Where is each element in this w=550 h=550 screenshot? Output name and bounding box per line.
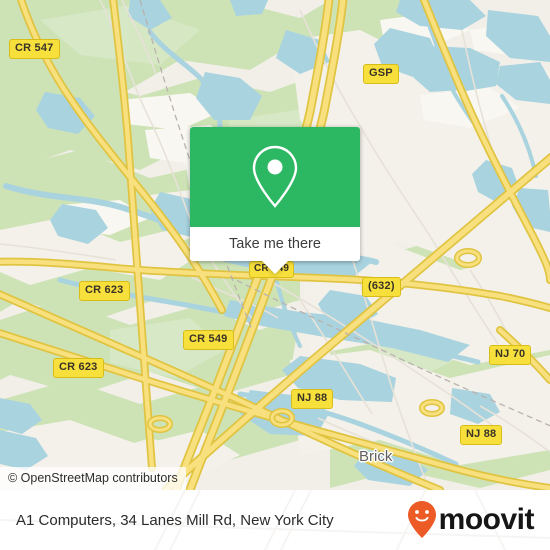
map-canvas[interactable]: CR 547 GSP CR 549 CR 623 (632) CR 549 CR…	[0, 0, 550, 490]
road-shield-nj88-west: NJ 88	[291, 389, 334, 409]
road-shield-nj88-east: NJ 88	[460, 425, 503, 445]
location-title: A1 Computers, 34 Lanes Mill Rd, New York…	[16, 511, 334, 529]
road-shield-cr549-mid: CR 549	[183, 330, 234, 350]
road-shield-gsp: GSP	[363, 64, 399, 84]
moovit-smiley-pin-icon	[407, 501, 436, 538]
popup-header	[190, 127, 360, 227]
road-shield-nj70: NJ 70	[489, 345, 532, 365]
map-attribution[interactable]: © OpenStreetMap contributors	[0, 467, 186, 490]
take-me-there-label: Take me there	[229, 236, 321, 252]
take-me-there-button[interactable]: Take me there	[190, 227, 360, 261]
popup-pointer	[261, 260, 289, 274]
map-pin-icon	[252, 145, 298, 208]
place-label-brick: Brick	[359, 448, 393, 465]
road-shield-cr623-lower: CR 623	[53, 358, 104, 378]
footer-bar: A1 Computers, 34 Lanes Mill Rd, New York…	[0, 490, 550, 550]
road-shield-cr623-upper: CR 623	[79, 281, 130, 301]
moovit-map-screenshot: CR 547 GSP CR 549 CR 623 (632) CR 549 CR…	[0, 0, 550, 550]
moovit-wordmark: moovit	[438, 503, 535, 536]
moovit-logo[interactable]: moovit	[407, 500, 535, 540]
road-shield-632: (632)	[362, 277, 401, 297]
road-shield-cr547: CR 547	[9, 39, 60, 59]
location-popup[interactable]: Take me there	[190, 127, 360, 274]
